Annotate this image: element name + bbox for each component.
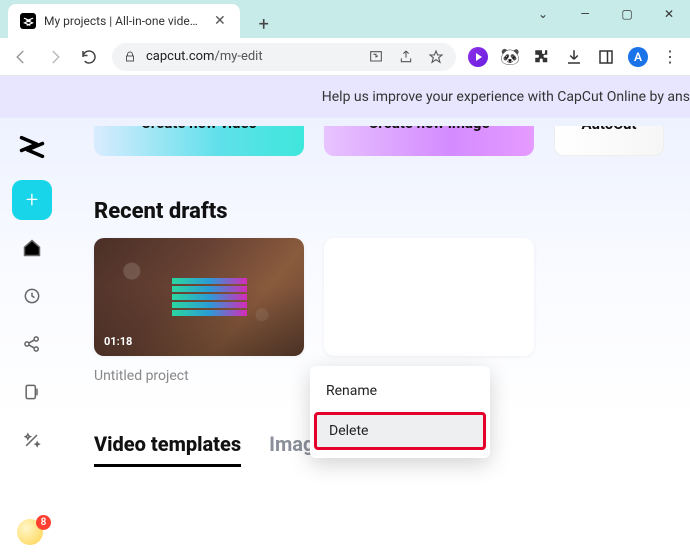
browser-toolbar: capcut.com/my-edit 🐼 A ⋮	[0, 38, 690, 76]
url-host: capcut.com	[146, 49, 214, 64]
draft-item[interactable]: 01:18 Untitled project	[94, 238, 304, 384]
browser-titlebar: My projects | All-in-one video ed ✕ + ⌄ …	[0, 0, 690, 38]
tab-title: My projects | All-in-one video ed	[44, 14, 204, 28]
browser-menu-icon[interactable]: ⋮	[660, 47, 680, 67]
draft-item[interactable]: Untitled project	[324, 238, 534, 384]
reload-button[interactable]	[78, 46, 100, 68]
extensions-puzzle-icon[interactable]	[532, 47, 552, 67]
window-close-icon[interactable]: ✕	[648, 0, 690, 28]
sidepanel-icon[interactable]	[596, 47, 616, 67]
url-path: /my-edit	[214, 49, 262, 64]
promo-banner: Help us improve your experience with Cap…	[0, 76, 690, 118]
back-button[interactable]	[10, 46, 32, 68]
notification-badge[interactable]: 8	[17, 519, 47, 549]
sidebar-recent-button[interactable]	[12, 276, 52, 316]
sidebar-share-button[interactable]	[12, 324, 52, 364]
capcut-logo-icon[interactable]	[17, 132, 47, 162]
context-delete[interactable]: Delete	[314, 412, 486, 450]
window-dropdown-icon[interactable]: ⌄	[522, 0, 564, 28]
sidebar: + 8	[0, 118, 64, 557]
browser-tab[interactable]: My projects | All-in-one video ed ✕	[8, 4, 240, 38]
sidebar-device-button[interactable]	[12, 372, 52, 412]
tab-video-templates[interactable]: Video templates	[94, 432, 241, 467]
promo-banner-text: Help us improve your experience with Cap…	[322, 89, 690, 105]
notification-count: 8	[36, 515, 51, 530]
window-maximize-icon[interactable]: ▢	[606, 0, 648, 28]
lock-icon	[124, 51, 136, 63]
profile-avatar[interactable]: A	[628, 47, 648, 67]
share-icon[interactable]	[398, 49, 414, 65]
downloads-icon[interactable]	[564, 47, 584, 67]
sidebar-home-button[interactable]	[12, 228, 52, 268]
create-video-card[interactable]: Create new video	[94, 126, 304, 156]
close-tab-icon[interactable]: ✕	[212, 13, 228, 29]
autocut-card[interactable]: AutoCut	[554, 126, 664, 156]
draft-duration: 01:18	[104, 335, 132, 348]
main-content: Create new video Create new image AutoCu…	[64, 118, 690, 557]
create-image-card[interactable]: Create new image	[324, 126, 534, 156]
draft-context-menu: Rename Delete	[310, 366, 490, 458]
capcut-favicon-icon	[20, 13, 36, 29]
extension-panda-icon[interactable]: 🐼	[500, 47, 520, 67]
sidebar-magic-button[interactable]	[12, 420, 52, 460]
draft-thumbnail[interactable]	[324, 238, 534, 356]
extension-play-icon[interactable]	[468, 47, 488, 67]
recent-drafts-heading: Recent drafts	[94, 199, 670, 224]
install-app-icon[interactable]	[368, 49, 384, 65]
bookmark-star-icon[interactable]	[428, 49, 444, 65]
draft-name: Untitled project	[94, 368, 304, 384]
url-bar[interactable]: capcut.com/my-edit	[112, 43, 456, 71]
window-minimize-icon[interactable]: —	[564, 0, 606, 28]
new-tab-button[interactable]: +	[250, 10, 278, 38]
new-project-button[interactable]: +	[12, 180, 52, 220]
context-rename[interactable]: Rename	[310, 372, 490, 410]
forward-button[interactable]	[44, 46, 66, 68]
draft-thumbnail[interactable]: 01:18	[94, 238, 304, 356]
